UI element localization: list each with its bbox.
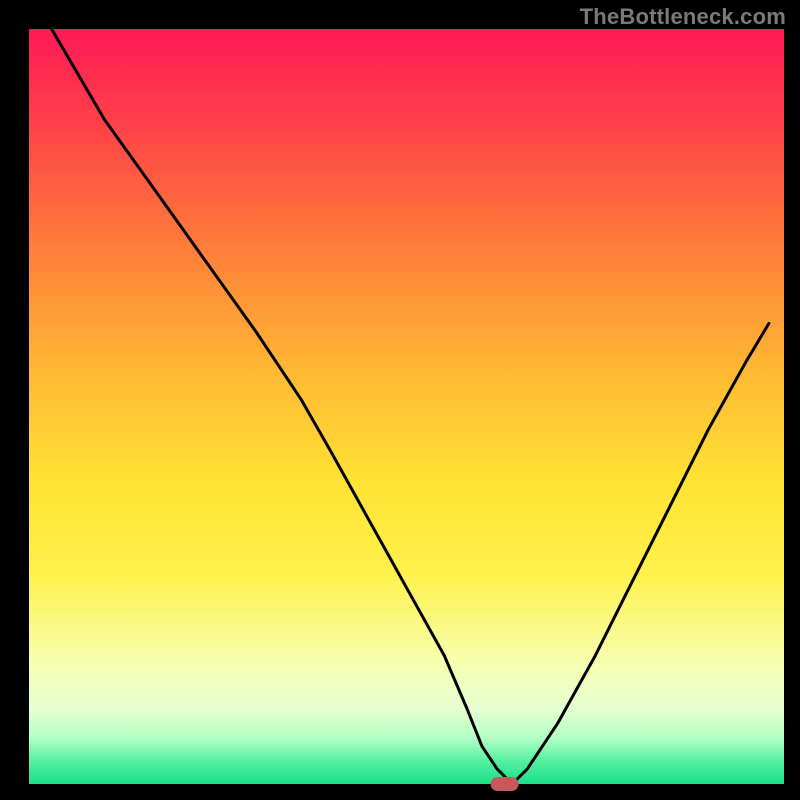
bottleneck-chart xyxy=(0,0,800,800)
chart-stage: TheBottleneck.com xyxy=(0,0,800,800)
minimum-marker xyxy=(491,777,519,791)
watermark-text: TheBottleneck.com xyxy=(580,4,786,30)
plot-background xyxy=(29,29,784,784)
